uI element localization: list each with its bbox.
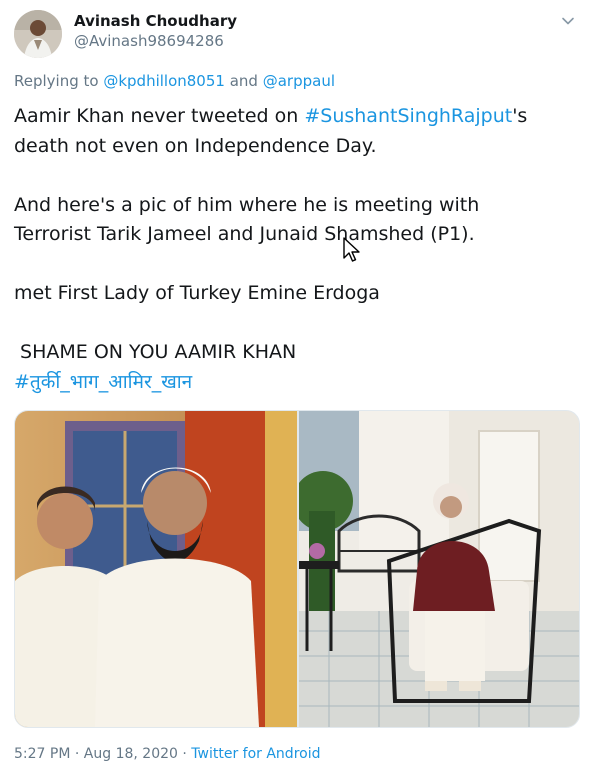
- tweet: Avinash Choudhary @Avinash98694286 Reply…: [0, 0, 591, 776]
- tweet-text-segment: 's: [512, 105, 528, 127]
- media-photo-left[interactable]: [15, 411, 297, 727]
- footer-separator: ·: [70, 746, 84, 762]
- tweet-time[interactable]: 5:27 PM: [14, 746, 70, 762]
- replying-to-prefix: Replying to: [14, 72, 104, 90]
- tweet-header: Avinash Choudhary @Avinash98694286: [14, 8, 580, 58]
- reply-mention-kpdhillon8051[interactable]: @kpdhillon8051: [103, 72, 225, 90]
- replying-to-joiner: and: [224, 72, 263, 90]
- mouse-pointer-icon: [342, 236, 362, 264]
- tweet-date[interactable]: Aug 18, 2020: [84, 746, 178, 762]
- chevron-down-icon[interactable]: [558, 11, 578, 31]
- tweet-line: And here's a pic of him where he is meet…: [14, 193, 480, 216]
- tweet-footer: 5:27 PM · Aug 18, 2020 · Twitter for And…: [14, 745, 320, 763]
- tweet-media: [14, 410, 580, 728]
- avatar[interactable]: [14, 10, 62, 58]
- tweet-source[interactable]: Twitter for Android: [191, 746, 320, 762]
- reply-mention-arppaul[interactable]: @arppaul: [263, 72, 335, 90]
- tweet-line: SHAME ON YOU AAMIR KHAN: [14, 341, 297, 363]
- hashtag-sushantsinghrajput[interactable]: #SushantSinghRajput: [304, 105, 512, 127]
- media-photo-right[interactable]: [293, 411, 579, 727]
- author-handle[interactable]: @Avinash98694286: [74, 31, 237, 51]
- tweet-line: death not even on Independence Day.: [14, 134, 377, 157]
- author-block: Avinash Choudhary @Avinash98694286: [74, 12, 237, 51]
- tweet-line: Aamir Khan never tweeted on #SushantSing…: [14, 102, 574, 132]
- footer-separator: ·: [177, 746, 192, 762]
- tweet-text: Aamir Khan never tweeted on #SushantSing…: [14, 102, 574, 397]
- hashtag-hindi[interactable]: #तुर्की_भाग_आमिर_खान: [14, 371, 192, 393]
- tweet-line: met First Lady of Turkey Emine Erdoga: [14, 282, 380, 304]
- author-display-name[interactable]: Avinash Choudhary: [74, 12, 237, 31]
- tweet-text-segment: Aamir Khan never tweeted on: [14, 105, 305, 127]
- tweet-line: #तुर्की_भाग_आमिर_खान: [14, 368, 574, 398]
- tweet-line: Terrorist Tarik Jameel and Junaid Shamsh…: [14, 223, 475, 245]
- replying-to-line: Replying to @kpdhillon8051 and @arppaul: [14, 72, 335, 90]
